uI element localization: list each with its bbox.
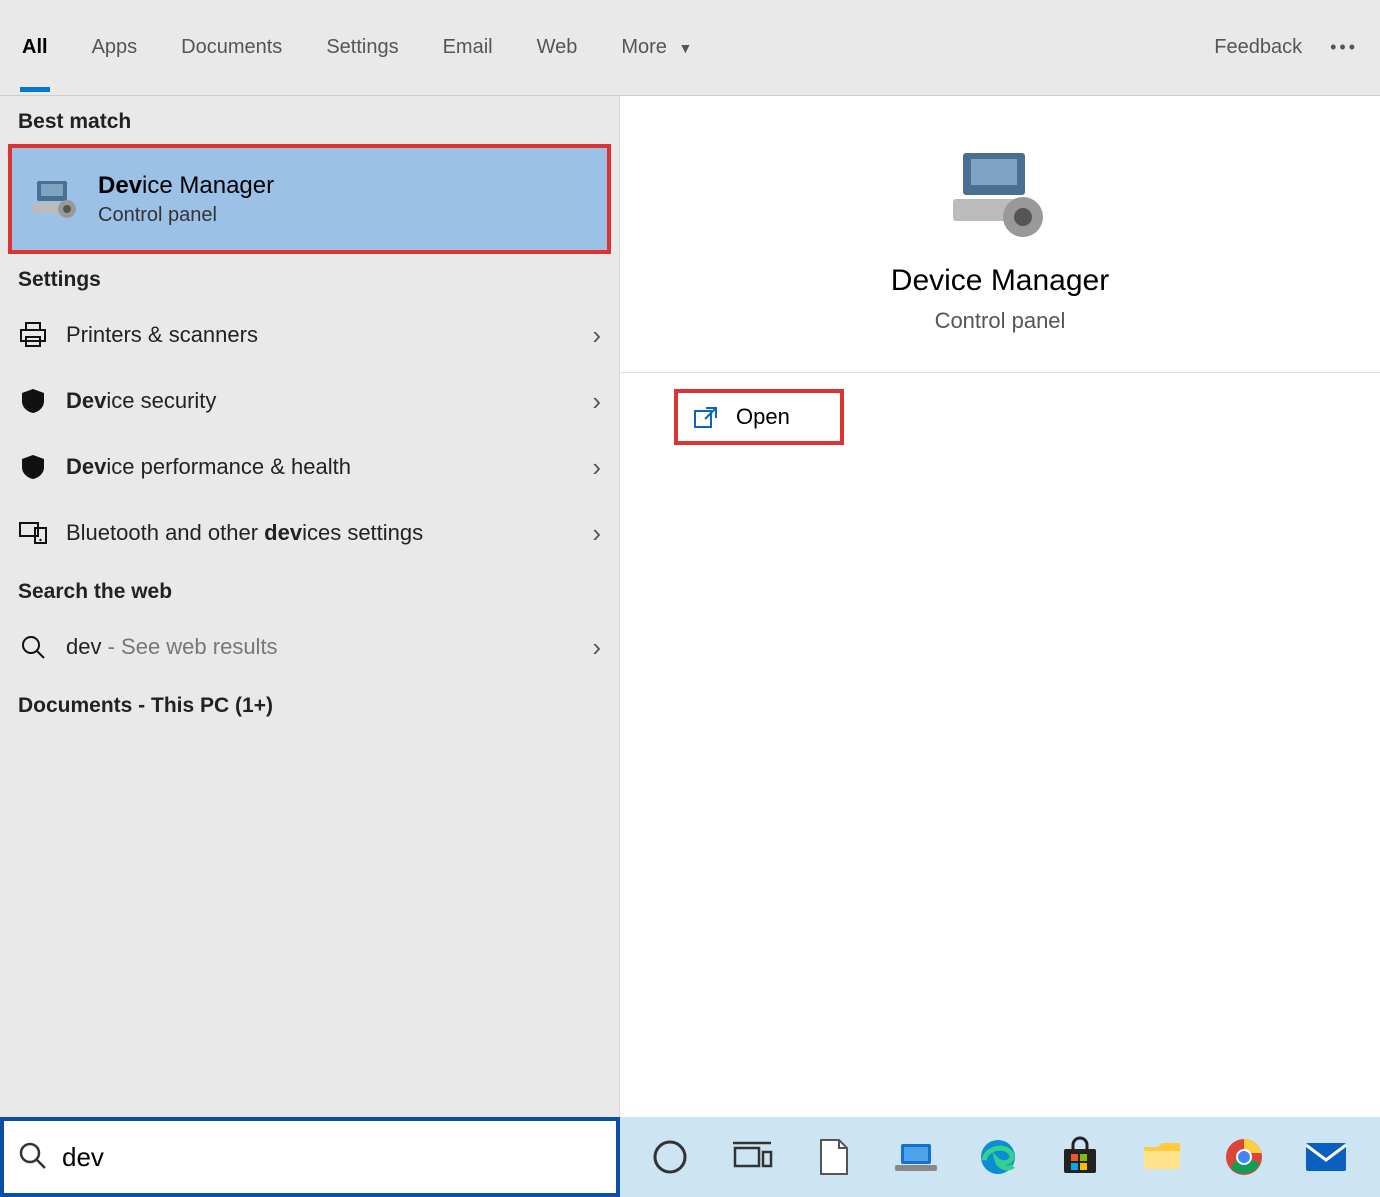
open-button[interactable]: Open (674, 389, 844, 445)
tab-apps[interactable]: Apps (92, 4, 138, 91)
store-icon[interactable] (1058, 1135, 1102, 1179)
preview-subtitle: Control panel (620, 308, 1380, 334)
edge-icon[interactable] (976, 1135, 1020, 1179)
tab-more[interactable]: More ▼ (621, 4, 692, 91)
tab-all[interactable]: All (22, 4, 48, 91)
laptop-icon[interactable] (894, 1135, 938, 1179)
device-manager-large-icon (940, 146, 1060, 246)
tab-web[interactable]: Web (537, 4, 578, 91)
best-match-subtitle: Control panel (98, 204, 274, 227)
chevron-right-icon: › (592, 386, 601, 417)
chrome-icon[interactable] (1222, 1135, 1266, 1179)
settings-item-label: Bluetooth and other devices settings (66, 520, 592, 546)
chevron-right-icon: › (592, 632, 601, 663)
best-match-result[interactable]: Device Manager Control panel (8, 144, 611, 254)
chevron-down-icon: ▼ (679, 40, 693, 56)
tabs: All Apps Documents Settings Email Web Mo… (22, 4, 692, 91)
feedback-link[interactable]: Feedback (1214, 36, 1302, 59)
settings-item-printers[interactable]: Printers & scanners › (0, 302, 619, 368)
task-view-icon[interactable] (730, 1135, 774, 1179)
web-result-label: dev - See web results (66, 634, 592, 660)
settings-item-label: Device security (66, 388, 592, 414)
settings-item-bluetooth-devices[interactable]: Bluetooth and other devices settings › (0, 500, 619, 566)
best-match-title-bold: Dev (98, 172, 142, 199)
section-best-match: Best match (0, 96, 619, 144)
settings-item-label: Printers & scanners (66, 322, 592, 348)
taskbar-searchbox[interactable] (0, 1117, 620, 1197)
web-result[interactable]: dev - See web results › (0, 614, 619, 680)
cortana-icon[interactable] (648, 1135, 692, 1179)
tab-documents[interactable]: Documents (181, 4, 282, 91)
tab-settings[interactable]: Settings (326, 4, 398, 91)
preview-panel: Device Manager Control panel Open (620, 96, 1380, 1117)
search-icon (18, 1141, 46, 1174)
devices-icon (18, 522, 48, 544)
search-icon (18, 635, 48, 659)
best-match-title: Device Manager (98, 172, 274, 200)
section-documents: Documents - This PC (1+) (0, 680, 619, 728)
taskbar (0, 1117, 1380, 1197)
settings-item-device-performance[interactable]: Device performance & health › (0, 434, 619, 500)
tab-more-label: More (621, 36, 667, 58)
best-match-title-rest: ice Manager (142, 172, 274, 199)
mail-icon[interactable] (1304, 1135, 1348, 1179)
printer-icon (18, 323, 48, 347)
settings-item-device-security[interactable]: Device security › (0, 368, 619, 434)
shield-icon (18, 388, 48, 414)
search-input[interactable] (62, 1142, 616, 1173)
settings-item-label: Device performance & health (66, 454, 592, 480)
section-search-web: Search the web (0, 566, 619, 614)
search-filter-tabbar: All Apps Documents Settings Email Web Mo… (0, 0, 1380, 96)
chevron-right-icon: › (592, 518, 601, 549)
device-manager-icon (32, 175, 80, 223)
explorer-icon[interactable] (1140, 1135, 1184, 1179)
chevron-right-icon: › (592, 320, 601, 351)
shield-icon (18, 454, 48, 480)
divider (620, 372, 1380, 373)
tab-email[interactable]: Email (443, 4, 493, 91)
more-options-icon[interactable]: ••• (1330, 37, 1358, 58)
preview-title: Device Manager (620, 264, 1380, 298)
open-icon (694, 406, 718, 428)
section-settings: Settings (0, 254, 619, 302)
chevron-right-icon: › (592, 452, 601, 483)
results-panel: Best match Device Manager Con (0, 96, 620, 1117)
tabbar-right: Feedback ••• (1214, 36, 1358, 59)
document-icon[interactable] (812, 1135, 856, 1179)
open-button-label: Open (736, 404, 790, 430)
